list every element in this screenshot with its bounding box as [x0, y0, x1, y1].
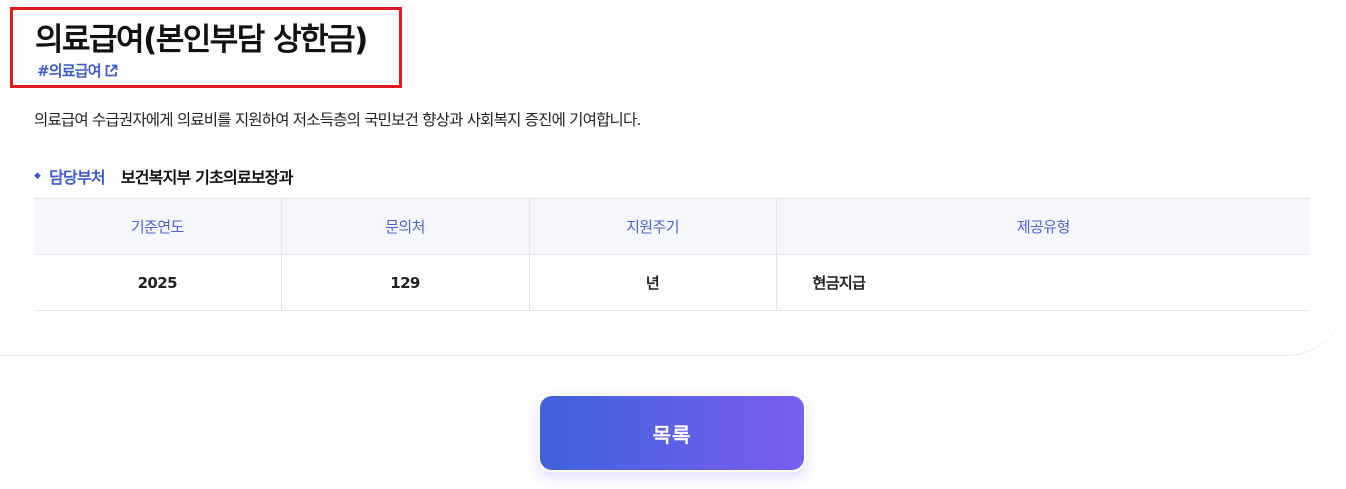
header-contact: 문의처 [280, 198, 529, 255]
cell-base-year: 2025 [34, 254, 281, 311]
header-provision-type: 제공유형 [775, 198, 1310, 255]
header-base-year: 기준연도 [34, 198, 281, 255]
cell-support-cycle: 년 [528, 254, 776, 311]
hashtag-label: #의료급여 [37, 62, 102, 80]
hashtag-link[interactable]: #의료급여 [37, 60, 118, 81]
diamond-bullet-icon: ◆ [34, 171, 41, 181]
cell-provision-type: 현금지급 [775, 254, 1310, 311]
header-support-cycle: 지원주기 [528, 198, 776, 255]
page-title: 의료급여(본인부담 상한금) [35, 22, 368, 58]
info-table: 기준연도 문의처 지원주기 제공유형 2025 129 년 현금지급 [34, 198, 1310, 311]
department-row: ◆ 담당부처 보건복지부 기초의료보장과 [34, 164, 293, 188]
table-row: 2025 129 년 현금지급 [34, 254, 1310, 311]
external-link-icon [104, 64, 118, 78]
table-header-row: 기준연도 문의처 지원주기 제공유형 [34, 198, 1310, 255]
department-label: 담당부처 [49, 168, 105, 187]
department-value: 보건복지부 기초의료보장과 [120, 168, 294, 187]
program-description: 의료급여 수급권자에게 의료비를 지원하여 저소득층의 국민보건 향상과 사회복… [34, 111, 641, 129]
detail-card: 의료급여(본인부담 상한금) #의료급여 의료급여 수급권자에게 의료비를 지원… [0, 0, 1346, 356]
cell-contact: 129 [280, 254, 529, 311]
list-button[interactable]: 목록 [538, 394, 806, 472]
